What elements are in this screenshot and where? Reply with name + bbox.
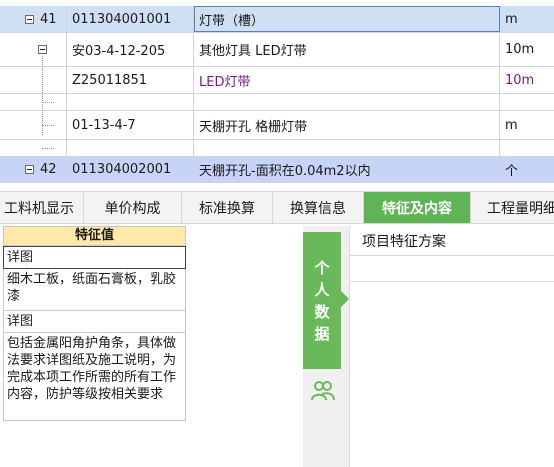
grid-row-42[interactable]: 42 011304002001 天棚开孔-面积在0.04m2以内 个 bbox=[0, 157, 554, 183]
code-cell[interactable]: 011304002001 bbox=[67, 157, 194, 182]
project-feature-scheme: 项目特征方案 bbox=[349, 226, 554, 467]
grid-row-quota-2[interactable]: 01-13-4-7 天棚开孔 格栅灯带 m bbox=[0, 111, 554, 140]
tree-line bbox=[42, 102, 54, 103]
tab-features[interactable]: 特征及内容 bbox=[364, 192, 471, 223]
tree-line bbox=[42, 56, 43, 135]
tab-standard-conversion[interactable]: 标准换算 bbox=[182, 192, 273, 223]
collapse-icon[interactable] bbox=[25, 165, 34, 174]
row-number-cell: 41 bbox=[0, 6, 67, 32]
row-number: 41 bbox=[40, 11, 57, 27]
unit-cell[interactable]: 10m bbox=[500, 67, 554, 93]
tab-resources[interactable]: 工料机显示 bbox=[0, 192, 84, 223]
name-cell[interactable]: 天棚开孔 格栅灯带 bbox=[194, 111, 500, 139]
feature-value-cell[interactable]: 详图 bbox=[3, 246, 186, 269]
grid-row-empty[interactable] bbox=[0, 94, 554, 111]
tab-unit-price[interactable]: 单价构成 bbox=[84, 192, 182, 223]
unit-cell[interactable] bbox=[500, 94, 554, 110]
tab-conversion-info[interactable]: 换算信息 bbox=[273, 192, 364, 223]
feature-values-panel: 特征值 详图 细木工板，纸面石膏板，乳胶漆 详图 包括金属阳角护角条，具体做法要… bbox=[3, 226, 186, 421]
unit-cell[interactable]: m bbox=[500, 111, 554, 139]
row-number: 42 bbox=[40, 162, 57, 177]
unit-cell[interactable]: m bbox=[500, 6, 554, 32]
personal-data-tab[interactable]: 个 人 数 据 bbox=[303, 232, 341, 369]
collapse-icon[interactable] bbox=[25, 14, 34, 24]
row-number-cell bbox=[0, 67, 67, 93]
row-number-cell bbox=[0, 140, 67, 156]
feature-value-header: 特征值 bbox=[3, 226, 186, 246]
side-tab-char: 据 bbox=[314, 324, 330, 343]
row-number-cell bbox=[0, 111, 67, 139]
code-cell[interactable] bbox=[67, 140, 194, 156]
side-tab-char: 数 bbox=[314, 302, 330, 321]
collapse-icon[interactable] bbox=[38, 45, 47, 54]
detail-tab-bar: 工料机显示 单价构成 标准换算 换算信息 特征及内容 工程量明细 bbox=[0, 191, 554, 224]
tab-quantity-detail[interactable]: 工程量明细 bbox=[471, 192, 554, 223]
name-cell[interactable]: 其他灯具 LED灯带 bbox=[194, 33, 500, 66]
row-number-cell bbox=[0, 94, 67, 110]
feature-value-cell[interactable]: 详图 bbox=[3, 311, 186, 333]
scheme-title: 项目特征方案 bbox=[362, 234, 446, 250]
row-number-cell: 42 bbox=[0, 157, 67, 182]
name-cell[interactable] bbox=[194, 94, 500, 110]
name-cell[interactable]: LED灯带 bbox=[194, 67, 500, 93]
name-cell[interactable]: 天棚开孔-面积在0.04m2以内 bbox=[194, 157, 500, 182]
side-tab-char: 个 bbox=[314, 258, 330, 277]
name-cell[interactable]: 灯带（槽） bbox=[194, 6, 500, 32]
tree-line bbox=[42, 125, 54, 126]
code-cell[interactable] bbox=[67, 94, 194, 110]
scheme-row[interactable] bbox=[350, 281, 554, 282]
name-cell[interactable] bbox=[194, 140, 500, 156]
code-cell[interactable]: 011304001001 bbox=[67, 6, 194, 32]
unit-cell[interactable]: 10m bbox=[500, 33, 554, 66]
people-icon[interactable] bbox=[310, 380, 336, 406]
tree-line bbox=[42, 148, 54, 149]
grid-row-quota[interactable]: 安03-4-12-205 其他灯具 LED灯带 10m bbox=[0, 33, 554, 67]
code-cell[interactable]: 安03-4-12-205 bbox=[67, 33, 194, 66]
scheme-row[interactable] bbox=[350, 255, 554, 256]
feature-value-cell[interactable]: 包括金属阳角护角条，具体做法要求详图纸及施工说明，为完成本项工作所需的所有工作内… bbox=[3, 333, 186, 421]
code-cell[interactable]: Z25011851 bbox=[67, 67, 194, 93]
grid-row-41[interactable]: 41 011304001001 灯带（槽） m bbox=[0, 6, 554, 33]
unit-cell[interactable] bbox=[500, 140, 554, 156]
feature-value-cell[interactable]: 细木工板，纸面石膏板，乳胶漆 bbox=[3, 269, 186, 311]
bill-items-grid: 41 011304001001 灯带（槽） m 安03-4-12-205 其他灯… bbox=[0, 0, 554, 183]
grid-row-empty[interactable] bbox=[0, 140, 554, 157]
row-number-cell bbox=[0, 33, 67, 66]
grid-row-material[interactable]: Z25011851 LED灯带 10m bbox=[0, 67, 554, 94]
side-tab-char: 人 bbox=[314, 280, 330, 299]
tab-pointer-icon bbox=[341, 291, 349, 307]
code-cell[interactable]: 01-13-4-7 bbox=[67, 111, 194, 139]
unit-cell[interactable]: 个 bbox=[500, 157, 554, 182]
